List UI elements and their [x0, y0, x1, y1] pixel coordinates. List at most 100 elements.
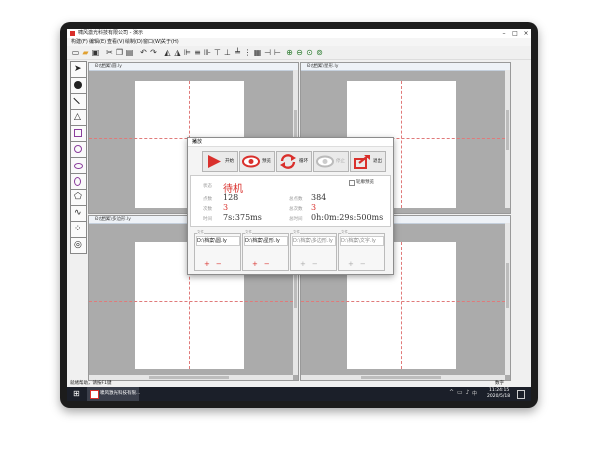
pane-window-buttons[interactable]: –□×: [307, 63, 509, 70]
loop-button[interactable]: 循环: [276, 151, 312, 172]
remove-file-button[interactable]: −: [264, 260, 276, 268]
menu-window[interactable]: 窗口(W): [143, 38, 162, 46]
stop-icon: [316, 155, 334, 168]
add-file-button[interactable]: +: [204, 260, 216, 268]
align-top-icon[interactable]: ⊤: [213, 48, 222, 57]
vertical-scrollbar[interactable]: [505, 70, 510, 208]
ime-indicator[interactable]: 中: [472, 390, 477, 397]
taskbar-clock[interactable]: 11:24:15: [489, 388, 509, 393]
vertical-scroll-thumb[interactable]: [506, 110, 509, 150]
count-label: 次数: [203, 207, 212, 212]
center-guide-vertical: [401, 81, 402, 208]
line-tool[interactable]: [70, 93, 87, 110]
align-bottom-icon[interactable]: ╧: [233, 48, 242, 57]
dot-tool[interactable]: [70, 77, 87, 94]
file-path-field[interactable]: D:\档案\文字.ly: [340, 236, 384, 246]
align-right-icon[interactable]: ⊪: [203, 48, 212, 57]
menu-edit[interactable]: 编辑(E): [89, 38, 106, 46]
center-guide-horizontal: [89, 301, 293, 302]
start-button[interactable]: 开始: [202, 151, 238, 172]
node-tool[interactable]: ⁘: [70, 221, 87, 238]
menu-draw[interactable]: 绘制(D): [125, 38, 143, 46]
remove-file-button[interactable]: −: [216, 260, 228, 268]
pane-titlebar: D:\档案\圆.ly –□×: [89, 63, 298, 71]
total-count-value: 3: [311, 203, 317, 212]
save-icon[interactable]: ▣: [91, 48, 100, 57]
pane-window-buttons[interactable]: –□×: [95, 63, 297, 70]
file-path-field[interactable]: D:\档案\星形.ly: [244, 236, 288, 246]
play-icon: [208, 155, 221, 168]
zoom-actual-icon[interactable]: ⊚: [315, 48, 324, 57]
add-file-button[interactable]: +: [300, 260, 312, 268]
paste-icon[interactable]: ▤: [125, 48, 134, 57]
curve-tool[interactable]: ∿: [70, 205, 87, 222]
zoom-fit-icon[interactable]: ⊙: [305, 48, 314, 57]
minimize-button[interactable]: –: [499, 29, 509, 38]
taskbar-date[interactable]: 2020/5/18: [487, 394, 510, 399]
time-label: 时间: [203, 217, 212, 222]
copy-icon[interactable]: ❐: [115, 48, 124, 57]
file-slot-label: 文件: [197, 230, 204, 235]
remove-file-button[interactable]: −: [360, 260, 372, 268]
dialog-titlebar: 播放 ×: [188, 138, 393, 147]
align-edge-icon[interactable]: ⊣: [263, 48, 272, 57]
menu-build[interactable]: 构建(F): [71, 38, 88, 46]
align-edge-right-icon[interactable]: ⊢: [273, 48, 282, 57]
maximize-button[interactable]: □: [510, 29, 520, 38]
new-file-icon[interactable]: ▭: [71, 48, 80, 57]
cut-icon[interactable]: ✂: [105, 48, 114, 57]
total-points-label: 总点数: [289, 197, 303, 202]
select-tool[interactable]: ➤: [70, 61, 87, 78]
horizontal-scrollbar[interactable]: [89, 375, 293, 380]
preview-button[interactable]: 预览: [239, 151, 275, 172]
mirror-icon[interactable]: ◭: [163, 48, 172, 57]
distribute-icon[interactable]: ⋮: [243, 48, 252, 57]
stop-button[interactable]: 停止: [313, 151, 349, 172]
undo-icon[interactable]: ↶: [139, 48, 148, 57]
dialog-close-button[interactable]: ×: [192, 138, 390, 146]
circle-tool[interactable]: [70, 141, 87, 158]
remove-file-button[interactable]: −: [312, 260, 324, 268]
time-value: 7s:375ms: [223, 213, 262, 222]
align-left-icon[interactable]: ⊫: [183, 48, 192, 57]
align-middle-icon[interactable]: ⊥: [223, 48, 232, 57]
open-folder-icon[interactable]: ▰: [81, 48, 90, 57]
outline-preview-checkbox[interactable]: [349, 180, 355, 186]
loop-label: 循环: [299, 159, 308, 164]
polygon-icon: ⬠: [74, 192, 82, 202]
zoom-in-icon[interactable]: ⊕: [285, 48, 294, 57]
laser-tool[interactable]: ◎: [70, 237, 87, 254]
horizontal-scroll-thumb[interactable]: [361, 376, 441, 379]
ellipse-tool[interactable]: [70, 157, 87, 174]
tray-icons[interactable]: ^▭♪: [449, 389, 473, 396]
exit-button[interactable]: 退出: [350, 151, 386, 172]
zoom-out-icon[interactable]: ⊖: [295, 48, 304, 57]
file-path-field[interactable]: D:\档案\圆.ly: [196, 236, 240, 246]
polygon-tool[interactable]: ⬠: [70, 189, 87, 206]
close-button[interactable]: ×: [521, 29, 531, 38]
windows-start-icon[interactable]: ⊞: [73, 390, 81, 398]
taskbar-app-button[interactable]: 啸风激光科技有限...: [87, 387, 140, 401]
window-title: 啸风激光科技有限公司 - 演示: [78, 30, 143, 36]
pane-titlebar: D:\档案\星形.ly –□×: [301, 63, 510, 71]
redo-icon[interactable]: ↷: [149, 48, 158, 57]
notification-icon[interactable]: [517, 390, 525, 399]
vertical-scroll-thumb[interactable]: [506, 263, 509, 308]
horizontal-scrollbar[interactable]: [301, 375, 505, 380]
play-dialog: 播放 × 开始 预览 循环 停止 退出 状态 待机 轮廓预览 点数 128 总点…: [187, 137, 394, 275]
menu-about[interactable]: 关于(H): [161, 38, 179, 46]
vertical-scrollbar[interactable]: [505, 223, 510, 375]
status-panel: 状态 待机 轮廓预览 点数 128 总点数 384 次数 3 总次数 3 时间 …: [190, 175, 391, 227]
menu-view[interactable]: 查看(V): [107, 38, 124, 46]
file-path-field[interactable]: D:\档案\多边形.ly: [292, 236, 336, 246]
flip-icon[interactable]: ◮: [173, 48, 182, 57]
add-file-button[interactable]: +: [252, 260, 264, 268]
align-center-icon[interactable]: ≡: [193, 48, 202, 57]
same-size-icon[interactable]: ▦: [253, 48, 262, 57]
eye-icon: [242, 155, 260, 168]
oval-tool[interactable]: [70, 173, 87, 190]
add-file-button[interactable]: +: [348, 260, 360, 268]
rectangle-tool[interactable]: [70, 125, 87, 142]
horizontal-scroll-thumb[interactable]: [149, 376, 229, 379]
triangle-tool[interactable]: △: [70, 109, 87, 126]
